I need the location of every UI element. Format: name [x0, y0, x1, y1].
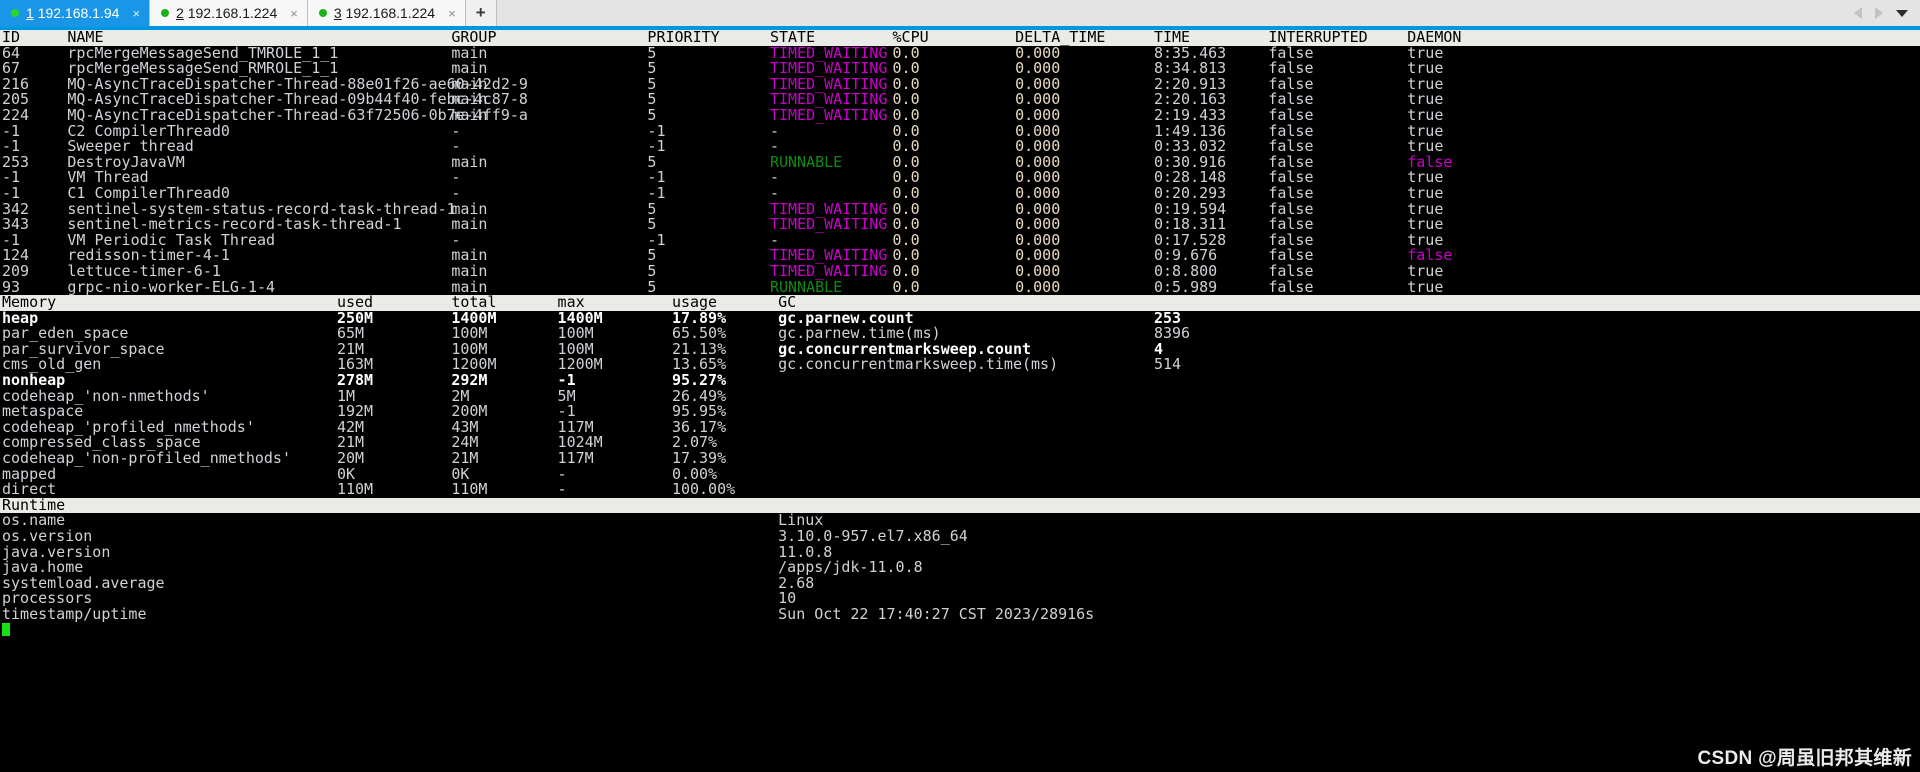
- tab-bar-spacer: [496, 0, 1848, 26]
- thread-interrupted: false: [1268, 277, 1314, 296]
- caret-down-icon[interactable]: [1896, 9, 1908, 17]
- runtime-row: java.home/apps/jdk-11.0.8: [0, 560, 1920, 576]
- memory-total: 110M: [451, 480, 488, 499]
- tab-label-1: 1 192.168.1.94: [26, 5, 120, 21]
- tab-bar-tools: [1848, 0, 1920, 26]
- memory-max: -: [557, 480, 567, 499]
- tab-close-icon-3[interactable]: ×: [448, 7, 456, 20]
- runtime-section: Runtime os.name Linux os.version 3.10.0-957.…: [0, 497, 1920, 623]
- memory-row: codeheap_'non-nmethods' 1M 2M 5M 26.49%: [0, 388, 1920, 405]
- gc-metric-key: gc.concurrentmarksweep.time(ms): [778, 355, 1059, 374]
- memory-row: direct 110M 110M -100.00%: [0, 482, 1920, 498]
- thread-row: -1 VM Thread - -1-0.0 0.000 0:28.148 false true: [0, 170, 1920, 186]
- thread-time: 0:5.989: [1153, 277, 1218, 296]
- thread-row: -1 VM Periodic Task Thread - -1-0.0 0.000 0:1…: [0, 232, 1920, 249]
- connection-status-dot-3: [318, 9, 327, 17]
- connection-status-dot-1: [11, 9, 19, 17]
- runtime-row: timestamp/uptime Sun Oct 22 17:40:27 CST …: [0, 604, 1920, 623]
- watermark: CSDN @周虽旧邦其维新: [1697, 748, 1912, 770]
- thread-row: 343 sentinel-metrics-record-task-thread-1…: [0, 217, 1920, 233]
- connection-status-dot-2: [161, 9, 170, 17]
- tab-label-2: 2 192.168.1.224: [176, 5, 278, 21]
- terminal-tab-1[interactable]: 1 192.168.1.94 ×: [0, 0, 151, 26]
- thread-name: grpc-nio-worker-ELG-1-4: [67, 277, 276, 296]
- thread-state: TIMED_WAITING: [769, 215, 888, 234]
- thread-delta-time: 0.000: [1015, 277, 1061, 296]
- threads-column-header: PRIORITY: [647, 30, 720, 46]
- memory-row: mapped 0K 0K -0.00%: [0, 466, 1920, 483]
- tab-close-icon-2[interactable]: ×: [290, 7, 298, 20]
- thread-cpu: 0.0: [892, 277, 920, 296]
- memory-row: nonheap 278M 292M -1 95.27%: [0, 372, 1920, 389]
- terminal-cursor: [2, 622, 10, 636]
- thread-row: 209 lettuce-timer-6-1 main 5 TIMED_WAITING 0.…: [0, 263, 1920, 280]
- thread-row: 224 MQ-AsyncTraceDispatcher-Thread-63f725…: [0, 105, 1920, 124]
- terminal-cursor-row: [0, 622, 1920, 639]
- thread-row: 124 redisson-timer-4-1 main 5 TIMED_WAITING 0…: [0, 248, 1920, 264]
- memory-row: cms_old_gen 163M 1200M 1200M 13.65% gc.concur…: [0, 357, 1920, 373]
- runtime-row: java.version 11.0.8: [0, 544, 1920, 561]
- terminal-tab-2[interactable]: 2 192.168.1.224 ×: [150, 0, 308, 26]
- thread-row: -1 Sweeper thread - -1-0.0 0.000 0:33.032 fals…: [0, 139, 1920, 155]
- thread-state: TIMED_WAITING: [769, 105, 888, 124]
- memory-usage: 100.00%: [671, 480, 736, 499]
- runtime-row: systemload.average 2.68: [0, 575, 1920, 592]
- thread-row: 93 grpc-nio-worker-ELG-1-4 main 5 RUNNABLE 0.…: [0, 277, 1920, 296]
- runtime-header-row: Runtime: [0, 497, 1920, 514]
- gc-metric-value: 514: [1153, 355, 1182, 374]
- new-tab-button[interactable]: +: [465, 0, 497, 26]
- memory-row: codeheap_'non-profiled_nmethods' 20M 21M 11…: [0, 450, 1920, 467]
- triangle-left-icon[interactable]: [1854, 7, 1862, 19]
- tab-bar: 1 192.168.1.94 × 2 192.168.1.224 × 3 192…: [0, 0, 1920, 30]
- thread-daemon: true: [1407, 277, 1444, 296]
- memory-row: codeheap_'profiled_nmethods' 42M 43M 117M 36…: [0, 419, 1920, 436]
- memory-header-row: Memory used total max usage GC: [0, 294, 1920, 311]
- memory-section: Memory used total max usage GC heap 250M 1400M 14…: [0, 294, 1920, 498]
- terminal-tab-3[interactable]: 3 192.168.1.224 ×: [307, 0, 466, 26]
- terminal-output[interactable]: ID NAME GROUP PRIORITY STATE %CPU DELTA_TIME TI…: [0, 30, 1920, 772]
- runtime-row: os.version 3.10.0-957.el7.x86_64: [0, 528, 1920, 545]
- runtime-property-key: timestamp/uptime: [2, 604, 147, 623]
- memory-row: metaspace 192M 200M -1 95.95%: [0, 404, 1920, 420]
- memory-row: heap 250M 1400M 1400M 17.89% gc.parnew.count 2…: [0, 310, 1920, 327]
- thread-priority: 5: [647, 277, 657, 296]
- thread-row: 253 DestroyJavaVM main 5 RUNNABLE 0.0 0.000 0:3…: [0, 152, 1920, 171]
- thread-row: -1 C2 CompilerThread0- -1-0.0 0.000 1:49.136…: [0, 123, 1920, 140]
- tab-close-icon-1[interactable]: ×: [132, 7, 140, 20]
- runtime-property-value: Sun Oct 22 17:40:27 CST 2023/28916s: [778, 604, 1095, 623]
- thread-state: RUNNABLE: [769, 152, 843, 171]
- threads-section: ID NAME GROUP PRIORITY STATE %CPU DELTA_TIME TI…: [0, 30, 1920, 295]
- triangle-right-icon[interactable]: [1875, 7, 1883, 19]
- tab-label-3: 3 192.168.1.224: [333, 5, 436, 21]
- memory-used: 110M: [336, 480, 374, 499]
